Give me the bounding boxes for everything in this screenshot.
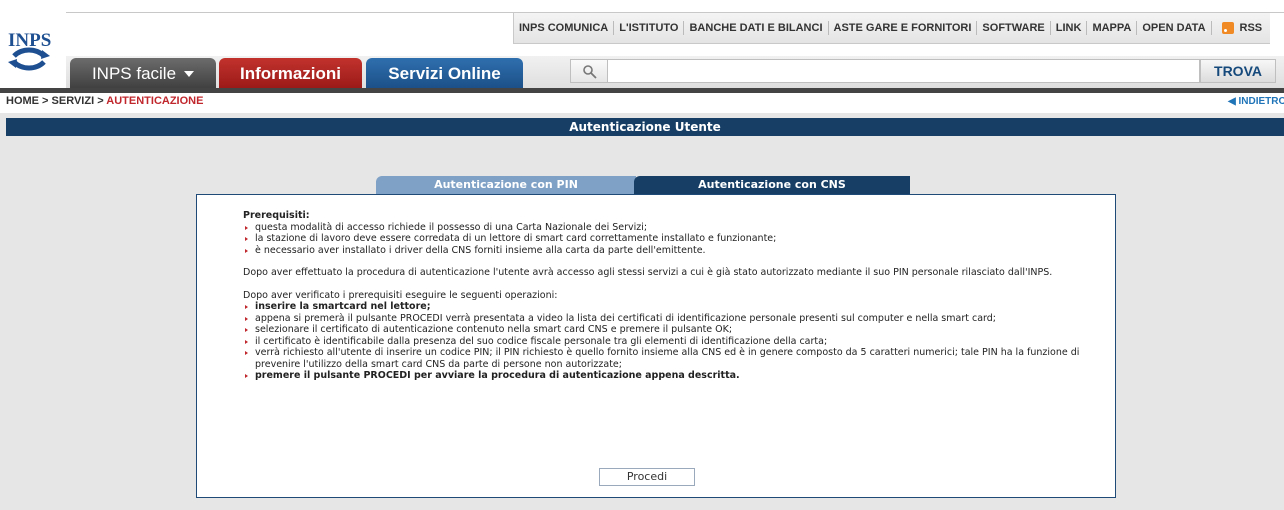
tab-auth-pin[interactable]: Autenticazione con PIN — [376, 176, 636, 194]
toplink-link[interactable]: LINK — [1051, 21, 1088, 35]
step-item: appena si premerà il pulsante PROCEDI ve… — [243, 313, 1103, 325]
prereq-item: è necessario aver installato i driver de… — [243, 245, 1103, 257]
tab-auth-cns[interactable]: Autenticazione con CNS — [634, 176, 910, 194]
search-input[interactable] — [570, 59, 1200, 83]
step-item: il certificato è identificabile dalla pr… — [243, 336, 1103, 348]
chevron-down-icon — [184, 70, 195, 77]
breadcrumb-sep: > — [94, 95, 107, 107]
procedi-button[interactable]: Procedi — [599, 468, 695, 486]
toplink-software[interactable]: SOFTWARE — [977, 21, 1051, 35]
prereq-item: la stazione di lavoro deve essere corred… — [243, 233, 1103, 245]
top-links: INPS COMUNICA L'ISTITUTO BANCHE DATI E B… — [513, 13, 1271, 44]
back-link[interactable]: ◀ INDIETRO — [1228, 96, 1284, 107]
site-header: INPS INPS COMUNICA L'ISTITUTO BANCHE DAT… — [0, 0, 1284, 95]
breadcrumb-bar: HOME > SERVIZI > AUTENTICAZIONE ◀ INDIET… — [0, 93, 1284, 113]
toplink-aste-gare[interactable]: ASTE GARE E FORNITORI — [829, 21, 978, 35]
cns-instructions: Prerequisiti: questa modalità di accesso… — [243, 210, 1103, 382]
step-item: selezionare il certificato di autenticaz… — [243, 324, 1103, 336]
breadcrumb-sep: > — [39, 95, 52, 107]
step-item: verrà richiesto all'utente di inserire u… — [243, 347, 1103, 370]
toplink-inps-comunica[interactable]: INPS COMUNICA — [514, 21, 615, 35]
step-item: premere il pulsante PROCEDI per avviare … — [243, 370, 1103, 382]
rss-label: RSS — [1239, 22, 1263, 34]
step-item: inserire la smartcard nel lettore; — [243, 301, 1103, 313]
main-nav: INPS facile Informazioni Servizi Online … — [0, 53, 1284, 89]
toplink-istituto[interactable]: L'ISTITUTO — [614, 21, 685, 35]
breadcrumb: HOME > SERVIZI > AUTENTICAZIONE — [6, 95, 203, 107]
rss-icon — [1221, 22, 1234, 34]
toplink-mappa[interactable]: MAPPA — [1087, 21, 1138, 35]
nav-tab-informazioni[interactable]: Informazioni — [219, 58, 362, 89]
cns-panel: Prerequisiti: questa modalità di accesso… — [196, 194, 1116, 498]
nav-tab-inps-facile[interactable]: INPS facile — [70, 58, 216, 89]
search-icon-button[interactable] — [570, 59, 608, 83]
rss-link[interactable]: RSS — [1212, 22, 1271, 34]
info-paragraph: Dopo aver effettuato la procedura di aut… — [243, 267, 1053, 278]
nav-tab-inps-facile-label: INPS facile — [91, 63, 177, 83]
steps-intro: Dopo aver verificato i prerequisiti eseg… — [243, 289, 558, 301]
breadcrumb-servizi[interactable]: SERVIZI — [52, 95, 95, 107]
prereq-item: questa modalità di accesso richiede il p… — [243, 222, 1103, 234]
breadcrumb-current: AUTENTICAZIONE — [106, 95, 204, 107]
page-title: Autenticazione Utente — [6, 118, 1284, 136]
prereq-title: Prerequisiti: — [243, 210, 310, 221]
search-icon — [583, 65, 597, 79]
nav-tab-servizi-online[interactable]: Servizi Online — [366, 58, 523, 89]
toplink-banche-dati[interactable]: BANCHE DATI E BILANCI — [684, 21, 829, 35]
toplink-open-data[interactable]: OPEN DATA — [1137, 21, 1212, 35]
search-button[interactable]: TROVA — [1200, 59, 1276, 83]
breadcrumb-home[interactable]: HOME — [6, 95, 39, 107]
